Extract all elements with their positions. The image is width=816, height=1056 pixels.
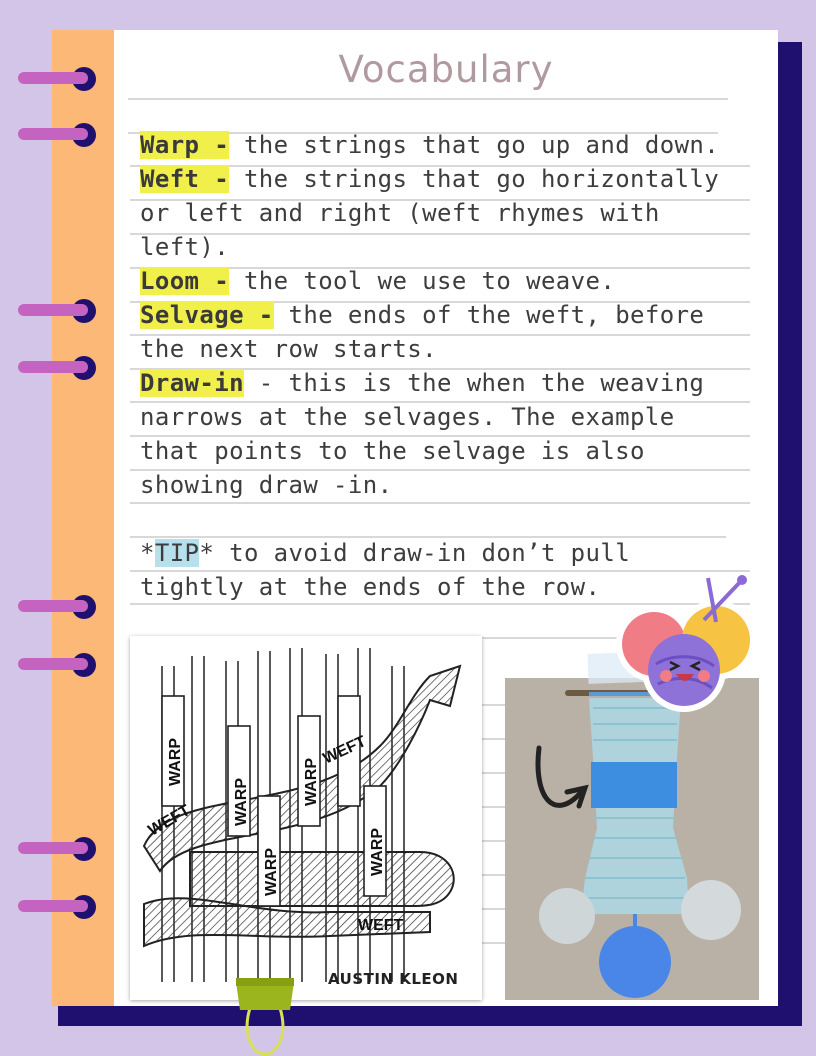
- spiral-ring-icon: [18, 653, 96, 677]
- tip-text: * to avoid draw-in don’t pull tightly at…: [140, 539, 631, 601]
- warp-label: WARP: [303, 758, 320, 806]
- spiral-ring-icon: [18, 123, 96, 147]
- vocab-term: Draw-in: [140, 369, 244, 397]
- vocab-entry-loom: Loom - the tool we use to weave.: [140, 264, 740, 298]
- vocab-term: Loom -: [140, 267, 230, 295]
- vocab-entry-selvage: Selvage - the ends of the weft, before t…: [140, 298, 740, 366]
- binder-clip-icon: [236, 978, 294, 1056]
- warp-weft-illustration: WARP WARP WARP WARP WARP WEFT WEFT WEFT: [142, 648, 462, 982]
- vocab-term: Warp -: [140, 131, 230, 159]
- vocab-entry-warp: Warp - the strings that go up and down.: [140, 128, 740, 162]
- vocab-term: Weft -: [140, 165, 230, 193]
- spiral-ring-icon: [18, 595, 96, 619]
- vocab-entry-weft: Weft - the strings that go horizontally …: [140, 162, 740, 264]
- vocab-term: Selvage -: [140, 301, 274, 329]
- warp-label: WARP: [263, 848, 280, 896]
- diagram-credit: AUSTIN KLEON: [328, 970, 459, 988]
- woven-wall-hanging-image: [505, 678, 759, 1000]
- vocabulary-text: Warp - the strings that go up and down. …: [140, 128, 740, 604]
- vocab-definition: the tool we use to weave.: [229, 267, 616, 295]
- weaving-diagram: WARP WARP WARP WARP WARP WEFT WEFT WEFT: [130, 636, 482, 1000]
- spiral-ring-icon: [18, 356, 96, 380]
- vocab-entry-draw-in: Draw-in - this is the when the weaving n…: [140, 366, 740, 502]
- spiral-ring-icon: [18, 837, 96, 861]
- vocab-definition: the strings that go up and down.: [229, 131, 720, 159]
- warp-label: WARP: [369, 828, 386, 876]
- warp-label: WARP: [167, 738, 184, 786]
- weaving-photo: [505, 678, 759, 1000]
- yarn-ball-sticker-icon: [616, 575, 756, 712]
- spiral-ring-icon: [18, 299, 96, 323]
- page-title: Vocabulary: [338, 48, 554, 91]
- spiral-ring-icon: [18, 67, 96, 91]
- tip-label: TIP: [154, 539, 200, 567]
- weft-label: WEFT: [358, 917, 404, 934]
- warp-label: WARP: [233, 778, 250, 826]
- tip-prefix: *: [140, 539, 155, 567]
- spiral-ring-icon: [18, 895, 96, 919]
